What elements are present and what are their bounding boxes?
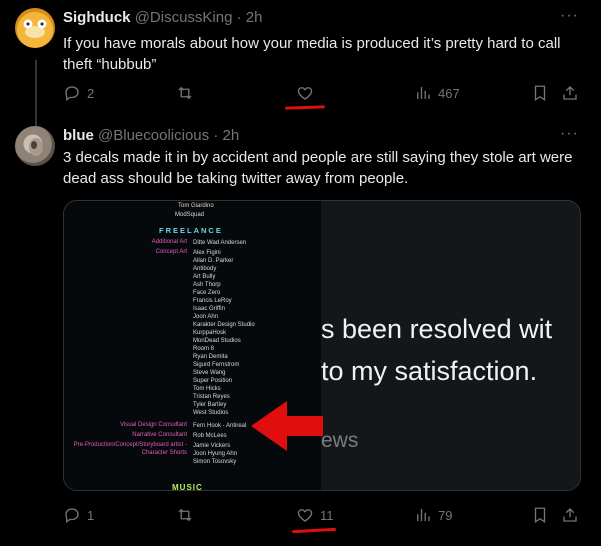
quote-line: s been resolved wit: [321, 314, 553, 344]
red-underline-annotation: [284, 105, 326, 110]
credit-name: Antibody: [193, 266, 217, 272]
retweet-icon: [178, 86, 192, 100]
credit-name: Joon Ahn: [193, 314, 219, 320]
share-button[interactable]: [561, 83, 579, 103]
avatar[interactable]: [15, 126, 55, 166]
retweet-icon: [178, 508, 192, 522]
separator-dot: ·: [213, 127, 219, 144]
credit-name: Isaac Griffin: [193, 306, 225, 312]
credit-role: Concept Art: [155, 249, 187, 255]
credit-name: Super Position: [193, 378, 233, 384]
action-bar: 2 467: [63, 83, 583, 103]
credit-name: West Studios: [193, 410, 229, 416]
credit-name: Rob McLees: [193, 433, 227, 439]
heart-icon: [297, 509, 313, 522]
like-button[interactable]: 11: [296, 505, 334, 525]
credit-name: Sigurd Fernstrom: [193, 362, 240, 368]
bookmark-icon: [534, 85, 546, 102]
credit-name: Tom Hicks: [193, 386, 221, 392]
timestamp[interactable]: 2h: [246, 9, 263, 26]
media-image[interactable]: Tom Giardino ModSquad FREELANCE Addition…: [63, 200, 581, 491]
view-count: 79: [438, 507, 453, 523]
credit-name: KurppaHosk: [193, 330, 227, 336]
red-underline-annotation: [291, 527, 337, 534]
tweet-text: 3 decals made it in by accident and peop…: [63, 149, 573, 187]
credit-name: Tristan Reyes: [193, 394, 230, 400]
credit-name: Jamie Vickers: [193, 443, 231, 449]
credit-name: Ash Thorp: [193, 282, 221, 288]
credit-name: Ditte Wad Andersen: [193, 240, 247, 246]
tweet-1[interactable]: Sighduck @DiscussKing · 2h ··· If you ha…: [0, 0, 601, 128]
reply-count: 1: [87, 507, 95, 523]
duck-avatar-image: [23, 19, 47, 38]
tweet-2[interactable]: blue @Bluecoolicious · 2h ··· 3 decals m…: [0, 120, 601, 546]
credit-role: Additional Art: [151, 239, 187, 245]
share-icon: [563, 86, 577, 100]
share-button[interactable]: [561, 505, 579, 525]
credit-name: ModSquad: [175, 212, 205, 218]
views-button[interactable]: 79: [414, 505, 452, 525]
quote-screenshot: s been resolved wit to my satisfaction. …: [321, 201, 580, 490]
display-name[interactable]: Sighduck: [63, 9, 131, 26]
view-count: 467: [438, 85, 460, 101]
bookmark-button[interactable]: [531, 505, 549, 525]
credit-name: Room 8: [193, 346, 215, 352]
avatar[interactable]: [15, 8, 55, 48]
views-button[interactable]: 467: [414, 83, 460, 103]
reply-count: 2: [87, 85, 95, 101]
thread-line: [35, 60, 37, 128]
credit-name: Steve Wang: [193, 370, 226, 376]
credit-name: Fern Hook - Antireal: [193, 423, 247, 429]
quote-line: ews: [321, 429, 359, 452]
reply-icon: [65, 508, 79, 524]
handle[interactable]: @Bluecoolicious: [98, 127, 209, 144]
separator-dot: ·: [236, 9, 242, 26]
tweet-text: If you have morals about how your media …: [63, 35, 561, 73]
action-bar: 1 11 79: [63, 505, 583, 525]
retweet-button[interactable]: [176, 505, 194, 525]
credit-name: Art Bully: [193, 274, 216, 280]
credit-name: Joon Hyung Ahn: [193, 451, 238, 457]
reply-button[interactable]: 2: [63, 83, 94, 103]
heart-icon: [297, 87, 313, 100]
tweet-header: Sighduck @DiscussKing · 2h: [63, 9, 262, 26]
credit-name: Tyler Bartley: [193, 402, 227, 408]
timestamp[interactable]: 2h: [222, 127, 239, 144]
credit-role: Visual Design Consultant: [120, 422, 187, 428]
blue-avatar-image: [29, 138, 43, 156]
handle[interactable]: @DiscussKing: [135, 9, 233, 26]
like-button[interactable]: [296, 83, 320, 103]
reply-button[interactable]: 1: [63, 505, 94, 525]
bookmark-button[interactable]: [531, 83, 549, 103]
credit-role: Character Shorts: [141, 450, 187, 456]
credit-role: Narrative Consultant: [132, 432, 187, 438]
credit-name: Ryan Demita: [193, 354, 228, 360]
tweet-header: blue @Bluecoolicious · 2h: [63, 127, 239, 144]
credit-role: Pre-Production/Concept/Storyboard artist…: [73, 442, 187, 448]
bookmark-icon: [534, 507, 546, 524]
share-icon: [563, 508, 577, 522]
display-name[interactable]: blue: [63, 127, 94, 144]
credit-name: Karakter Design Studio: [193, 322, 255, 328]
credit-name: MonDead Studios: [193, 338, 241, 344]
reply-icon: [65, 86, 79, 102]
like-count: 11: [320, 507, 334, 523]
more-icon[interactable]: ···: [560, 7, 579, 25]
quote-line: to my satisfaction.: [321, 356, 538, 386]
views-icon: [417, 509, 430, 521]
retweet-button[interactable]: [176, 83, 194, 103]
credit-name: Francis LeRoy: [193, 298, 232, 304]
freelance-heading: FREELANCE: [159, 226, 223, 235]
red-arrow-annotation: [251, 401, 323, 451]
credit-name: Tom Giardino: [178, 203, 214, 209]
credit-name: Face Zero: [193, 290, 221, 296]
views-icon: [417, 87, 430, 99]
more-icon[interactable]: ···: [560, 125, 579, 143]
credit-name: Allan D. Parker: [193, 258, 234, 264]
music-heading: MUSIC: [172, 483, 203, 491]
credit-name: Simon Tosovsky: [193, 459, 237, 465]
credit-name: Alex Figini: [193, 250, 221, 256]
